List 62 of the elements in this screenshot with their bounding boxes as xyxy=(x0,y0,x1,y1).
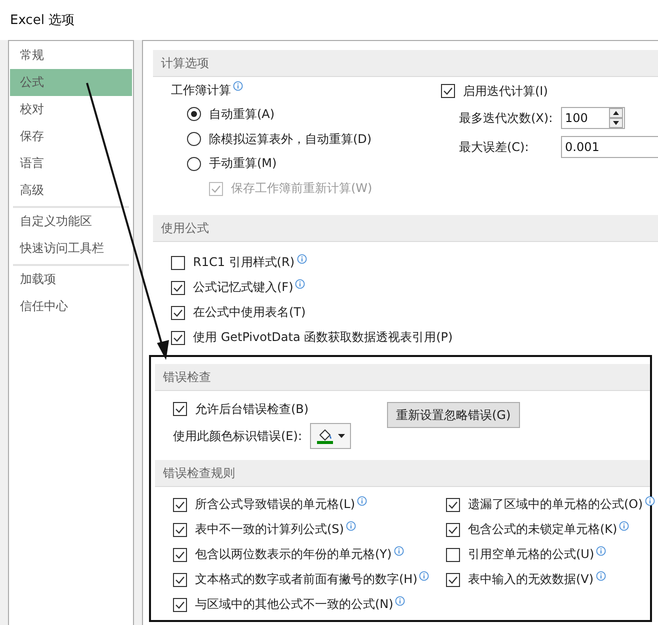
checkbox[interactable] xyxy=(173,522,187,536)
option-label: 包含以两位数表示的年份的单元格(Y) xyxy=(195,546,392,563)
option-label: 在公式中使用表名(T) xyxy=(193,304,306,321)
option-label: 允许后台错误检查(B) xyxy=(195,400,309,418)
option-label: 表中不一致的计算列公式(S) xyxy=(195,521,344,538)
checkbox[interactable] xyxy=(441,84,455,98)
checkbox[interactable] xyxy=(171,280,185,294)
checkbox[interactable] xyxy=(171,330,185,344)
caret-icon xyxy=(338,434,344,438)
option-label: 自动重算(A) xyxy=(209,106,275,123)
field-label: 最大误差(C): xyxy=(459,138,530,156)
sidebar-item[interactable]: 高级 xyxy=(10,177,132,204)
spin-field[interactable]: 100 xyxy=(561,107,625,129)
sidebar-item[interactable]: 自定义功能区 xyxy=(10,208,132,235)
sidebar-item[interactable]: 校对 xyxy=(10,96,132,123)
sidebar-item[interactable]: 公式 xyxy=(10,69,132,96)
option-label: 启用迭代计算(I) xyxy=(463,82,548,100)
checkbox[interactable] xyxy=(446,498,460,512)
radio-button[interactable] xyxy=(187,156,201,171)
option-label: 除模拟运算表外，自动重算(D) xyxy=(209,130,372,148)
option-label: 包含公式的未锁定单元格(K) xyxy=(468,521,618,538)
section-header: 计算选项 xyxy=(153,50,658,77)
option-label: 表中输入的无效数据(V) xyxy=(468,571,594,588)
sidebar-item[interactable]: 快速访问工具栏 xyxy=(10,235,132,262)
sidebar-item[interactable]: 常规 xyxy=(10,42,132,69)
option-label: 所含公式导致错误的单元格(L) xyxy=(195,496,356,513)
checkbox[interactable] xyxy=(446,548,460,562)
option-label: 公式记忆式键入(F) xyxy=(193,279,294,296)
window-title: Excel 选项 xyxy=(10,12,75,29)
field-label: 最多迭代次数(X): xyxy=(459,110,554,126)
option-label: 遗漏了区域中的单元格的公式(O) xyxy=(468,496,643,513)
sidebar-item[interactable]: 信任中心 xyxy=(10,293,132,320)
sidebar-item[interactable]: 语言 xyxy=(10,150,132,177)
checkbox[interactable] xyxy=(173,498,187,512)
checkbox[interactable] xyxy=(446,572,460,586)
group-label: 工作簿计算 xyxy=(171,82,231,99)
field-label: 使用此颜色标识错误(E): xyxy=(173,428,302,444)
checkbox[interactable] xyxy=(173,402,187,416)
option-label: 使用 GetPivotData 函数获取数据透视表引用(P) xyxy=(193,329,453,346)
checkbox[interactable] xyxy=(446,522,460,536)
input-field[interactable]: 0.001 xyxy=(561,136,658,158)
section-header: 错误检查规则 xyxy=(155,460,650,487)
color-picker[interactable] xyxy=(310,423,351,449)
option-label: R1C1 引用样式(R) xyxy=(193,254,295,271)
option-label: 保存工作簿前重新计算(W) xyxy=(231,180,372,198)
checkbox[interactable] xyxy=(173,598,187,612)
checkbox[interactable] xyxy=(173,572,187,586)
option-label: 手动重算(M) xyxy=(209,155,277,172)
reset-button[interactable]: 重新设置忽略错误(G) xyxy=(387,402,520,428)
sidebar-item[interactable]: 加载项 xyxy=(10,266,132,293)
checkbox[interactable] xyxy=(171,256,185,270)
radio-button[interactable] xyxy=(187,132,201,146)
option-label: 文本格式的数字或者前面有撇号的数字(H) xyxy=(195,571,418,588)
option-label: 引用空单元格的公式(U) xyxy=(468,546,594,563)
option-label: 与区域中的其他公式不一致的公式(N) xyxy=(195,596,394,613)
sidebar-item[interactable]: 保存 xyxy=(10,123,132,150)
radio-button[interactable] xyxy=(187,107,201,122)
section-header: 使用公式 xyxy=(153,215,658,242)
checkbox[interactable] xyxy=(171,306,185,320)
section-header: 错误检查 xyxy=(155,364,650,391)
paint-bucket-icon xyxy=(316,428,332,444)
checkbox[interactable] xyxy=(173,548,187,562)
